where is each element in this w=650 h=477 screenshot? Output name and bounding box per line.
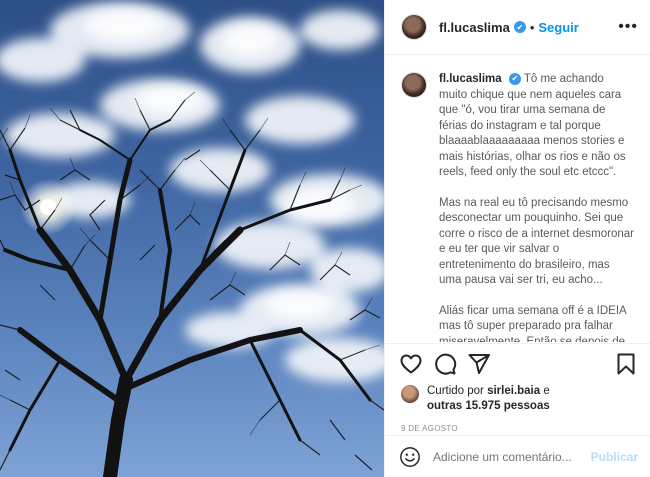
more-options-icon[interactable]: •••	[618, 18, 638, 36]
likes-summary: Curtido por sirlei.baia e outras 15.975 …	[385, 384, 650, 416]
caption-paragraph-3: Aliás ficar uma semana off é a IDEIA mas…	[439, 304, 627, 343]
action-bar	[385, 344, 650, 384]
share-icon[interactable]	[467, 352, 491, 376]
caption-text: fl.lucaslima ✔ Tô me achando muito chiqu…	[439, 72, 635, 342]
caption-paragraph-2: Mas na real eu tô precisando mesmo desco…	[439, 196, 634, 287]
caption: fl.lucaslima ✔ Tô me achando muito chiqu…	[385, 56, 650, 342]
post-header: fl.lucaslima ✔ • Seguir •••	[385, 0, 650, 55]
heart-icon[interactable]	[399, 352, 423, 376]
publish-button[interactable]: Publicar	[591, 450, 638, 464]
comment-bar: Publicar	[385, 435, 650, 477]
caption-paragraph-1: Tô me achando muito chique que nem aquel…	[439, 73, 626, 178]
likes-suffix: e	[540, 385, 550, 397]
comment-icon[interactable]	[433, 352, 457, 376]
avatar[interactable]	[401, 14, 427, 40]
instagram-post: fl.lucaslima ✔ • Seguir ••• fl.lucaslima…	[0, 0, 650, 477]
bookmark-icon[interactable]	[614, 352, 638, 376]
comment-input[interactable]	[433, 449, 591, 464]
caption-verified-badge-icon: ✔	[508, 72, 521, 85]
liker-avatar[interactable]	[401, 385, 419, 403]
liker-username[interactable]: sirlei.baia	[487, 385, 540, 397]
verified-badge-icon: ✔	[513, 21, 526, 33]
caption-username[interactable]: fl.lucaslima	[439, 73, 502, 85]
post-sidebar: fl.lucaslima ✔ • Seguir ••• fl.lucaslima…	[384, 0, 650, 477]
likes-text: Curtido por sirlei.baia e outras 15.975 …	[427, 384, 550, 414]
likes-others-link[interactable]: outras 15.975 pessoas	[427, 400, 550, 412]
actions-area: Curtido por sirlei.baia e outras 15.975 …	[385, 343, 650, 438]
header-username[interactable]: fl.lucaslima	[439, 20, 510, 35]
tree-sky-photo	[0, 2, 384, 477]
emoji-icon[interactable]	[399, 446, 421, 468]
post-photo[interactable]	[0, 0, 384, 477]
follow-button[interactable]: Seguir	[538, 20, 578, 35]
caption-avatar[interactable]	[401, 72, 427, 98]
likes-prefix: Curtido por	[427, 385, 488, 397]
separator-dot: •	[529, 19, 535, 35]
